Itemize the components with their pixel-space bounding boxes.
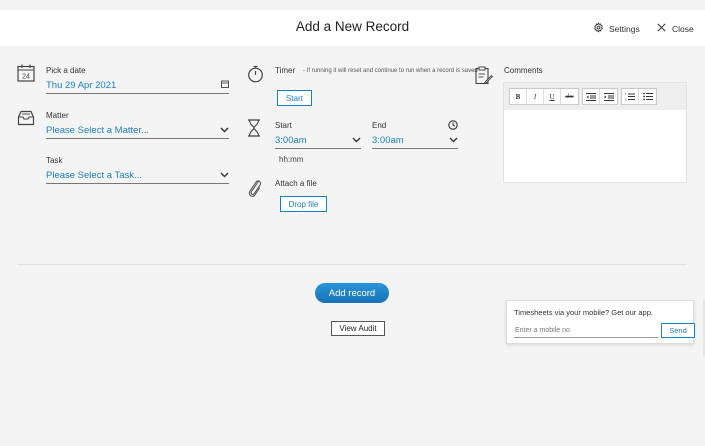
- clipboard-edit-icon: [475, 66, 493, 85]
- add-record-button[interactable]: Add record: [315, 283, 389, 303]
- drop-file-button[interactable]: Drop file: [280, 196, 327, 212]
- send-button[interactable]: Send: [661, 323, 695, 338]
- comments-label: Comments: [504, 66, 543, 75]
- matter-value: Please Select a Matter...: [46, 124, 149, 136]
- indent-icon[interactable]: [600, 89, 617, 104]
- gear-icon: [593, 22, 604, 35]
- timer-start-button[interactable]: Start: [277, 90, 312, 106]
- section-divider: [17, 264, 687, 265]
- date-label: Pick a date: [46, 66, 86, 75]
- editor-toolbar: B I U abc 12: [504, 83, 686, 110]
- svg-text:2: 2: [625, 98, 627, 102]
- bold-button[interactable]: B: [510, 89, 527, 104]
- indent-group: [582, 88, 618, 105]
- chevron-down-icon: [449, 135, 458, 146]
- close-button[interactable]: Close: [656, 22, 694, 35]
- comments-editor[interactable]: B I U abc 12: [503, 82, 687, 183]
- italic-button[interactable]: I: [527, 89, 544, 104]
- start-time-hint: hh:mm: [279, 155, 304, 164]
- task-value: Please Select a Task...: [46, 169, 142, 181]
- svg-text:1: 1: [625, 92, 627, 96]
- paperclip-icon: [247, 177, 263, 199]
- end-time-label: End: [372, 121, 387, 130]
- format-group: B I U abc: [509, 88, 579, 105]
- view-audit-button[interactable]: View Audit: [331, 321, 385, 336]
- chevron-down-icon: [220, 170, 229, 181]
- stopwatch-icon: [247, 65, 264, 83]
- end-time-value: 3:00am: [372, 134, 404, 146]
- hourglass-icon: [247, 119, 261, 137]
- ordered-list-icon[interactable]: 12: [622, 89, 639, 104]
- date-value: Thu 29 Apr 2021: [46, 79, 117, 91]
- inbox-tray-icon: [17, 110, 35, 126]
- strikethrough-button[interactable]: abc: [561, 89, 578, 104]
- header-bar: Add a New Record Settings Close: [0, 10, 705, 46]
- close-icon: [656, 22, 667, 35]
- list-group: 12: [621, 88, 657, 105]
- task-label: Task: [46, 156, 63, 165]
- settings-button[interactable]: Settings: [593, 22, 640, 35]
- outdent-icon[interactable]: [583, 89, 600, 104]
- end-time-select[interactable]: 3:00am: [372, 133, 458, 149]
- mobile-number-input[interactable]: Enter a mobile no: [514, 323, 658, 338]
- matter-select[interactable]: Please Select a Matter...: [46, 123, 229, 139]
- start-time-value: 3:00am: [275, 134, 307, 146]
- chevron-down-icon: [220, 125, 229, 136]
- start-time-label: Start: [275, 121, 292, 130]
- task-select[interactable]: Please Select a Task...: [46, 168, 229, 184]
- chevron-down-icon: [352, 135, 361, 146]
- close-label: Close: [672, 23, 694, 34]
- underline-button[interactable]: U: [544, 89, 561, 104]
- calendar-small-icon[interactable]: [221, 80, 229, 91]
- date-field[interactable]: Thu 29 Apr 2021: [46, 78, 229, 94]
- matter-label: Matter: [46, 111, 69, 120]
- attach-label: Attach a file: [275, 179, 317, 188]
- bullet-list-icon[interactable]: [639, 89, 656, 104]
- calendar-icon: 24: [17, 64, 35, 82]
- mobile-app-title: Timesheets via your mobile? Get our app.: [514, 308, 653, 317]
- timer-note: - If running it will reset and continue …: [303, 68, 478, 74]
- mobile-app-widget: Timesheets via your mobile? Get our app.…: [506, 300, 695, 344]
- settings-label: Settings: [609, 23, 640, 34]
- timer-label: Timer: [275, 66, 296, 75]
- start-time-select[interactable]: 3:00am: [275, 133, 361, 149]
- clock-icon[interactable]: [448, 120, 458, 130]
- svg-text:24: 24: [22, 74, 30, 81]
